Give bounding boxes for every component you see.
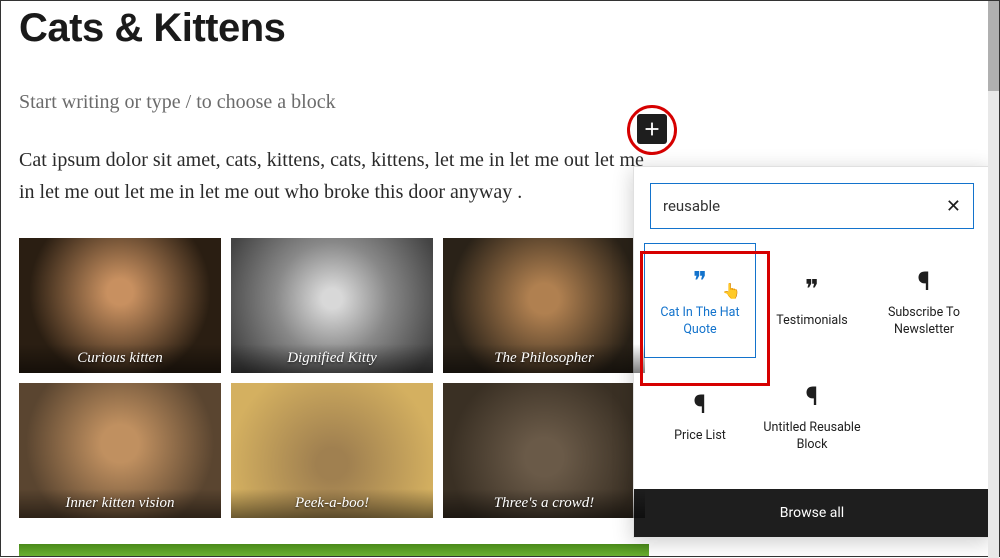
- block-placeholder[interactable]: Start writing or type / to choose a bloc…: [1, 51, 999, 114]
- gallery-image-partial: [19, 544, 649, 556]
- block-option-untitled[interactable]: ¶ Untitled Reusable Block: [756, 358, 868, 473]
- block-search-input[interactable]: [663, 197, 946, 215]
- gallery-caption: Inner kitten vision: [19, 489, 221, 518]
- gallery-item[interactable]: Curious kitten: [19, 238, 221, 373]
- block-results-grid: ❞ 👆 Cat In The Hat Quote ❞ Testimonials …: [634, 243, 990, 489]
- quote-icon: ❞: [805, 277, 819, 303]
- block-label: Subscribe To Newsletter: [874, 305, 974, 339]
- pilcrow-icon: ¶: [918, 269, 931, 295]
- block-option-cat-quote[interactable]: ❞ 👆 Cat In The Hat Quote: [644, 243, 756, 358]
- scrollbar-thumb[interactable]: [988, 1, 999, 91]
- pilcrow-icon: ¶: [806, 384, 819, 410]
- block-option-newsletter[interactable]: ¶ Subscribe To Newsletter: [868, 243, 980, 358]
- quote-icon: ❞: [693, 269, 707, 295]
- block-option-testimonials[interactable]: ❞ Testimonials: [756, 243, 868, 358]
- plus-icon: [641, 118, 663, 140]
- gallery-caption: Three's a crowd!: [443, 489, 645, 518]
- gallery-caption: Dignified Kitty: [231, 344, 433, 373]
- gallery-caption: Curious kitten: [19, 344, 221, 373]
- gallery-item[interactable]: Dignified Kitty: [231, 238, 433, 373]
- gallery-item[interactable]: Inner kitten vision: [19, 383, 221, 518]
- gallery-item[interactable]: Peek-a-boo!: [231, 383, 433, 518]
- block-inserter-popover: ✕ ❞ 👆 Cat In The Hat Quote ❞ Testimonial…: [633, 166, 991, 538]
- clear-search-icon[interactable]: ✕: [946, 196, 961, 217]
- block-label: Untitled Reusable Block: [762, 420, 862, 454]
- browse-all-button[interactable]: Browse all: [634, 489, 990, 537]
- gallery-caption: The Philosopher: [443, 344, 645, 373]
- gallery-caption: Peek-a-boo!: [231, 489, 433, 518]
- block-label: Testimonials: [776, 313, 847, 330]
- block-option-price-list[interactable]: ¶ Price List: [644, 358, 756, 473]
- cursor-icon: 👆: [722, 282, 741, 300]
- block-label: Cat In The Hat Quote: [651, 305, 749, 339]
- block-label: Price List: [674, 428, 726, 445]
- search-box: ✕: [650, 183, 974, 229]
- pilcrow-icon: ¶: [694, 392, 707, 418]
- page-title[interactable]: Cats & Kittens: [1, 1, 999, 51]
- gallery-item[interactable]: Three's a crowd!: [443, 383, 645, 518]
- add-block-button[interactable]: [637, 114, 667, 144]
- gallery-item[interactable]: The Philosopher: [443, 238, 645, 373]
- scrollbar-track[interactable]: [988, 1, 999, 558]
